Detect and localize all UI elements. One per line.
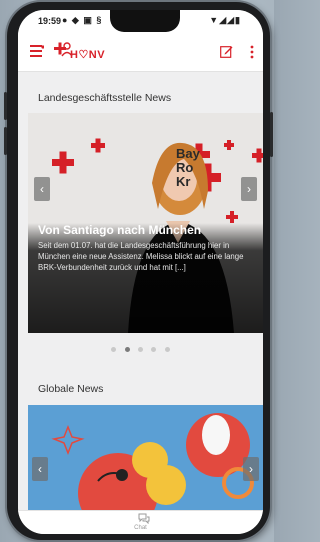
app-bar: H♡NV [18, 32, 263, 72]
chat-tab-label[interactable]: Chat [18, 525, 263, 531]
article-headline[interactable]: Von Santiago nach München [38, 223, 258, 237]
logo-text: H♡NV [70, 49, 106, 61]
backdrop-sign-line: Kr [176, 174, 191, 189]
backdrop-sign-line: Bay [176, 146, 200, 161]
carousel-dot[interactable] [151, 347, 157, 352]
bottom-navigation: Chat [18, 510, 263, 534]
carousel-dot[interactable] [164, 347, 170, 352]
status-time: 19:59 [38, 16, 62, 26]
phone-side-button [4, 127, 7, 155]
carousel-next-button[interactable]: › [241, 177, 257, 201]
global-news-illustration [28, 405, 263, 510]
camera-notch [110, 10, 180, 32]
signal-battery-icons: ▼◢◢▮ [209, 15, 241, 25]
chat-icon[interactable] [138, 513, 150, 524]
global-news-card[interactable]: ‹ › [28, 405, 263, 510]
phone-side-button [4, 92, 7, 120]
article-teaser[interactable]: Seit dem 01.07. hat die Landesgeschäftsf… [38, 240, 260, 273]
backdrop-sign-text: Bay Ro Kr [176, 147, 200, 189]
carousel-prev-button[interactable]: ‹ [34, 177, 50, 201]
section-title-landes: Landesgeschäftsstelle News [38, 92, 172, 104]
more-vertical-icon[interactable] [249, 44, 255, 60]
global-prev-button[interactable]: ‹ [32, 457, 48, 481]
news-carousel[interactable]: Bay Ro Kr Von Santiago nach München Seit… [28, 113, 263, 333]
hamburger-menu-icon[interactable] [30, 45, 44, 57]
phone-screen: 19:59 ● ◆ ▣ § ▼◢◢▮ H♡NV Landesgeschäftss… [18, 10, 263, 534]
carousel-dot-active[interactable] [124, 347, 130, 352]
phone-power-button [270, 112, 273, 157]
edit-icon[interactable] [220, 45, 233, 58]
carousel-indicators [18, 339, 263, 357]
backdrop-sign-line: Ro [176, 160, 194, 175]
global-next-button[interactable]: › [243, 457, 259, 481]
section-title-global: Globale News [38, 383, 104, 395]
carousel-dot[interactable] [111, 347, 117, 352]
carousel-dot[interactable] [138, 347, 143, 352]
notification-icons: ● ◆ ▣ § [62, 15, 103, 25]
